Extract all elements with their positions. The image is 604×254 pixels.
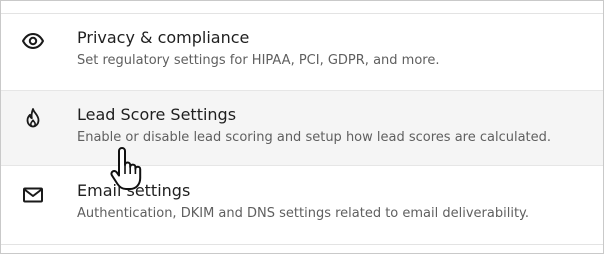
settings-item-title: Privacy & compliance <box>77 28 250 47</box>
hand-pointer-cursor-icon <box>109 147 145 191</box>
divider-bottom <box>1 244 603 245</box>
flame-icon <box>21 106 45 130</box>
settings-item-email[interactable]: Email settings Authentication, DKIM and … <box>1 167 603 243</box>
settings-item-title: Lead Score Settings <box>77 105 237 124</box>
settings-item-description: Set regulatory settings for HIPAA, PCI, … <box>77 53 440 68</box>
eye-icon <box>21 29 45 53</box>
settings-item-description: Authentication, DKIM and DNS settings re… <box>77 206 530 221</box>
envelope-icon <box>21 183 45 207</box>
settings-panel: Privacy & compliance Set regulatory sett… <box>0 0 604 254</box>
settings-item-privacy[interactable]: Privacy & compliance Set regulatory sett… <box>1 14 603 90</box>
settings-item-description: Enable or disable lead scoring and setup… <box>77 130 552 145</box>
settings-item-lead-score[interactable]: Lead Score Settings Enable or disable le… <box>1 90 603 166</box>
